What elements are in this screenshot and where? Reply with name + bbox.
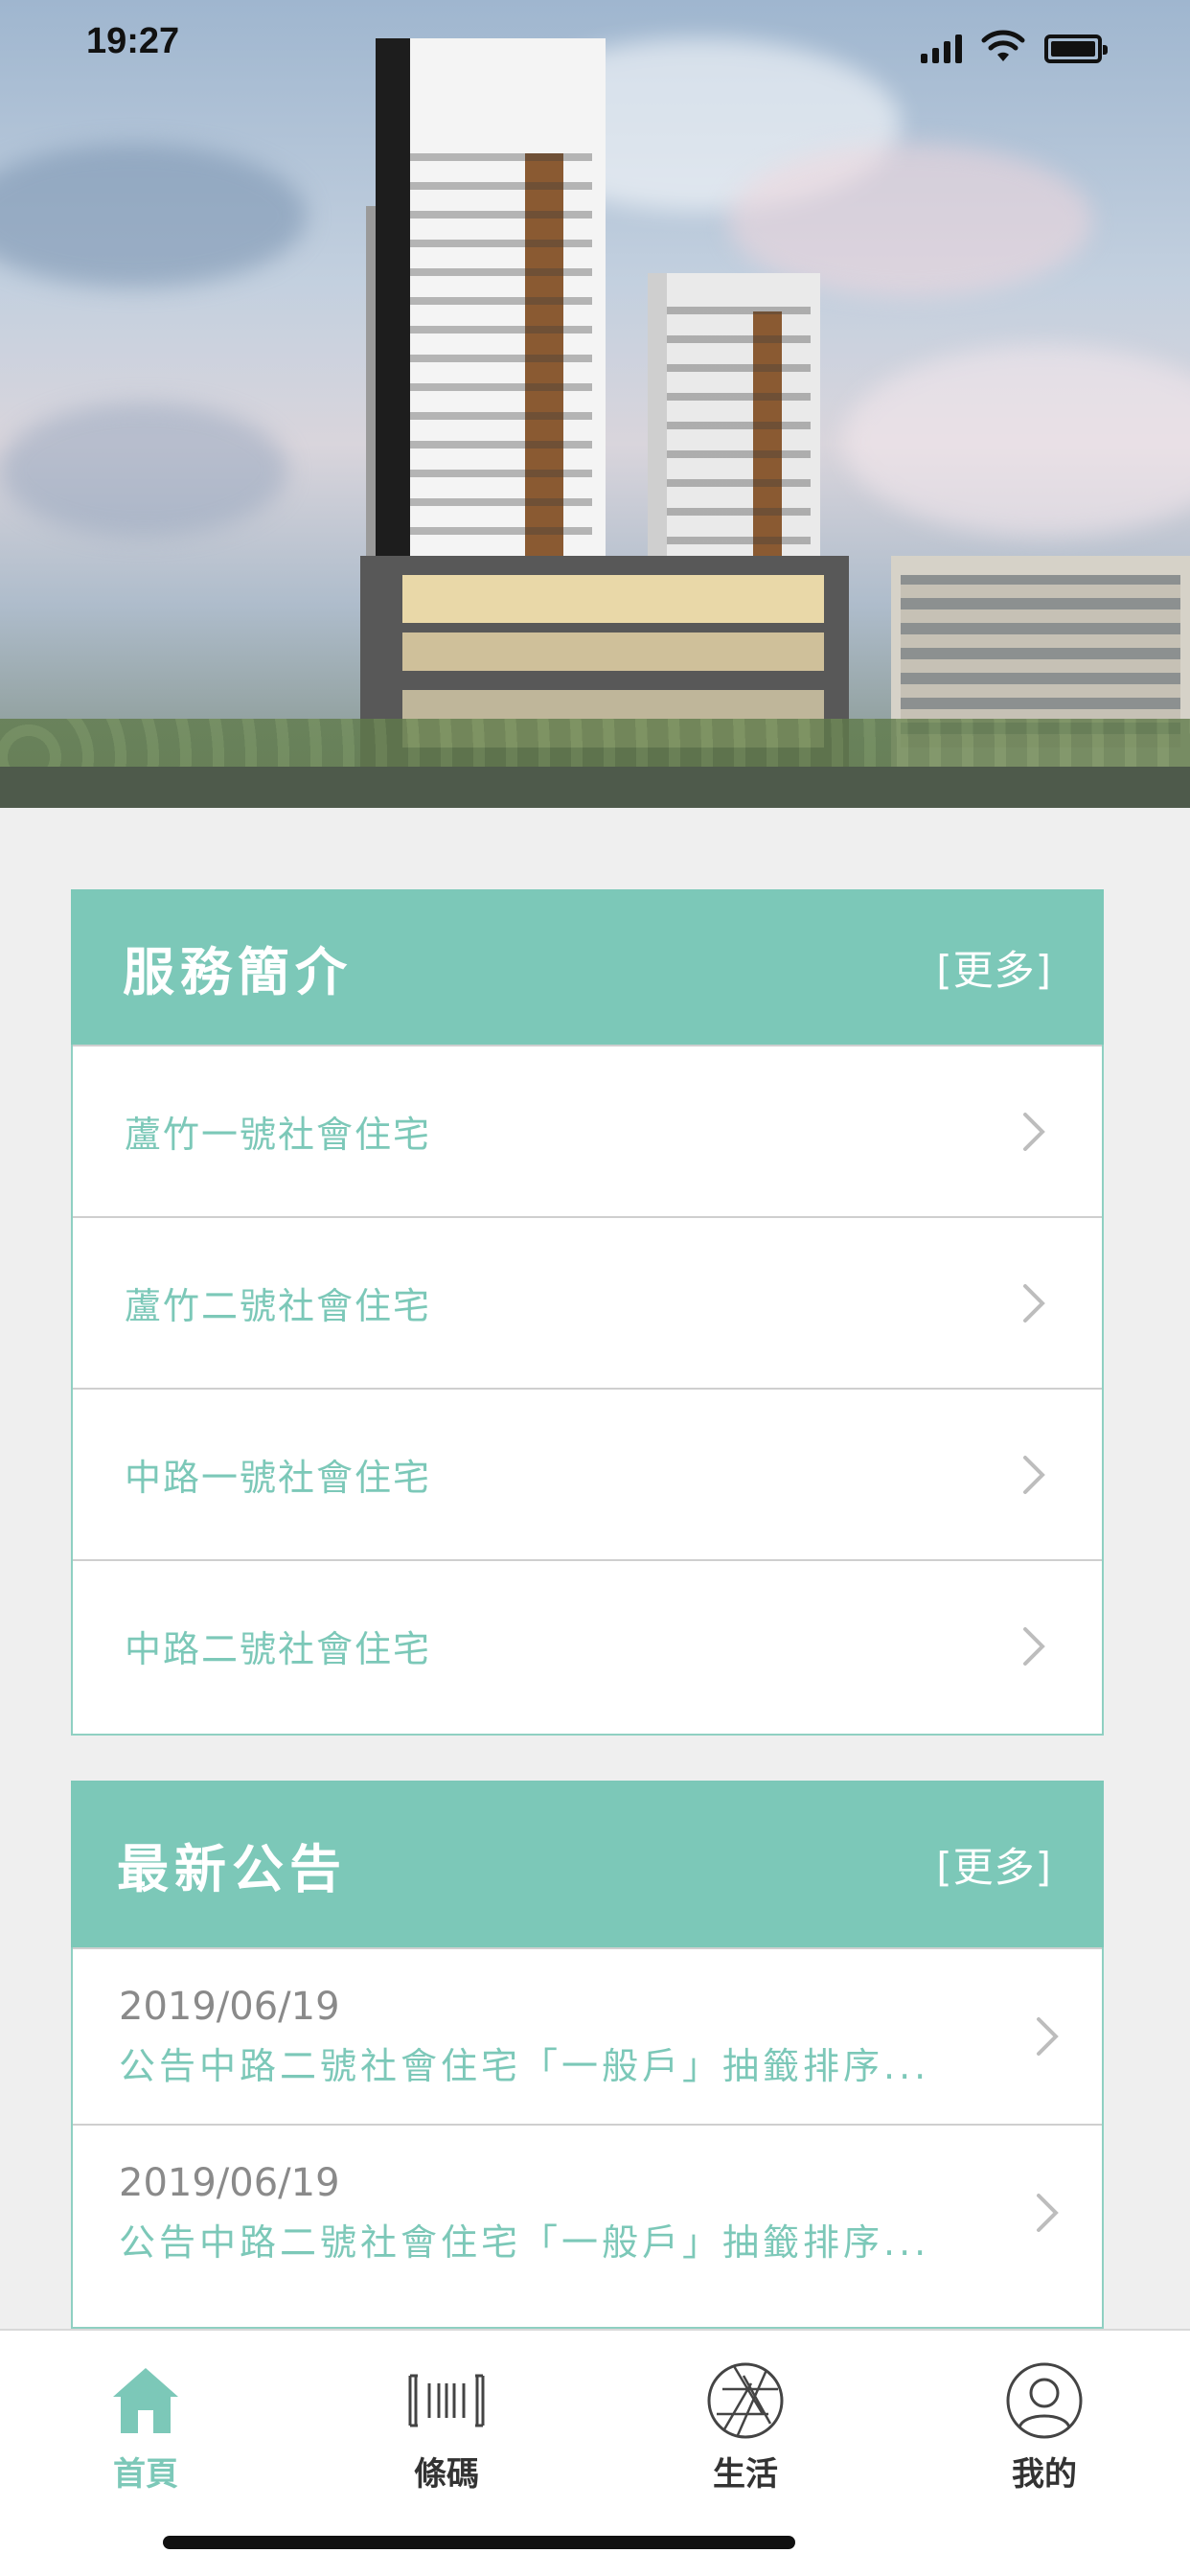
tab-home[interactable]: 首頁 [69,2359,222,2495]
news-date: 2019/06/19 [119,2160,340,2205]
tab-mine[interactable]: 我的 [968,2359,1121,2495]
services-header: 服務簡介 [更多] [71,889,1104,1045]
service-item-label: 中路一號社會住宅 [125,1457,432,1499]
services-title: 服務簡介 [123,941,353,1002]
chevron-right-icon [1023,1626,1045,1666]
tab-label: 我的 [1012,2455,1077,2494]
chevron-right-icon [1037,2194,1059,2232]
services-more-link[interactable]: [更多] [936,938,1052,997]
wifi-icon [981,30,1025,61]
news-item[interactable]: 2019/06/19 公告中路二號社會住宅「一般戶」抽籤排序... [73,1947,1102,2124]
signal-icon [921,33,962,63]
tab-life[interactable]: 生活 [669,2359,822,2495]
tab-label: 首頁 [113,2455,178,2494]
chevron-right-icon [1023,1112,1045,1151]
chevron-right-icon [1037,2017,1059,2056]
home-indicator[interactable] [163,2536,795,2549]
hero-image [0,0,1190,808]
news-title: 最新公告 [117,1838,347,1899]
status-bar: 19:27 [0,0,1190,88]
tab-barcode[interactable]: 條碼 [370,2359,523,2495]
service-item-zhonglu-2[interactable]: 中路二號社會住宅 [73,1559,1102,1731]
user-icon [1003,2359,1086,2442]
chevron-right-icon [1023,1283,1045,1322]
service-item-luzhu-2[interactable]: 蘆竹二號社會住宅 [73,1216,1102,1388]
service-item-luzhu-1[interactable]: 蘆竹一號社會住宅 [73,1045,1102,1216]
news-header: 最新公告 [更多] [71,1781,1104,1947]
chevron-right-icon [1023,1455,1045,1494]
news-item[interactable]: 2019/06/19 公告中路二號社會住宅「一般戶」抽籤排序... [73,2124,1102,2300]
news-more-link[interactable]: [更多] [936,1835,1052,1894]
home-icon [104,2359,187,2442]
news-date: 2019/06/19 [119,1984,340,2029]
status-time: 19:27 [86,21,180,61]
services-card: 服務簡介 [更多] 蘆竹一號社會住宅 蘆竹二號社會住宅 中路一號社會住宅 中路二… [71,889,1104,1736]
service-item-label: 中路二號社會住宅 [125,1628,432,1670]
news-item-title: 公告中路二號社會住宅「一般戶」抽籤排序... [119,2220,930,2264]
news-card: 最新公告 [更多] 2019/06/19 公告中路二號社會住宅「一般戶」抽籤排序… [71,1781,1104,2329]
barcode-icon [405,2359,488,2442]
service-item-zhonglu-1[interactable]: 中路一號社會住宅 [73,1388,1102,1559]
battery-icon [1044,34,1108,63]
news-item-title: 公告中路二號社會住宅「一般戶」抽籤排序... [119,2044,930,2087]
tab-label: 條碼 [414,2455,479,2494]
aperture-icon [704,2359,787,2442]
service-item-label: 蘆竹二號社會住宅 [125,1285,432,1327]
tab-label: 生活 [713,2455,778,2494]
service-item-label: 蘆竹一號社會住宅 [125,1114,432,1156]
